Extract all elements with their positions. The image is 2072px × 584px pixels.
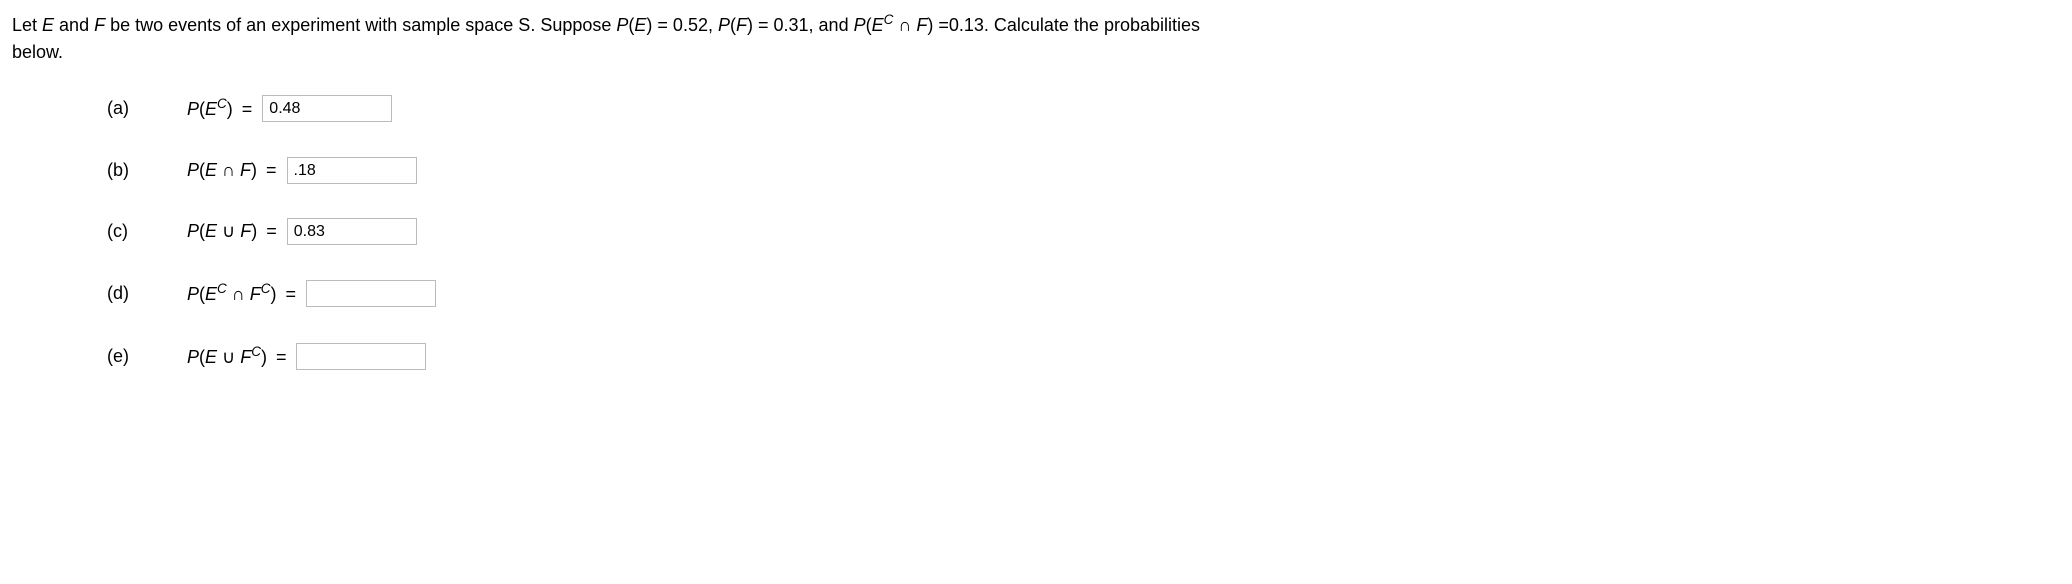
- expr-eq: =: [237, 99, 253, 119]
- complement-sup-1: C: [884, 12, 894, 27]
- below-text: below.: [12, 42, 63, 62]
- part-d-expression: P(EC ∩ FC) =: [187, 279, 436, 308]
- expr-close: ): [251, 160, 257, 180]
- expr-F: F: [240, 221, 251, 241]
- part-e-expression: P(E ∪ FC) =: [187, 342, 426, 371]
- part-c-label: (c): [107, 218, 187, 245]
- union-op: ∪: [217, 347, 240, 367]
- expr-E: E: [205, 284, 217, 304]
- part-a-expression: P(EC) =: [187, 94, 392, 123]
- part-e-input[interactable]: [296, 343, 426, 370]
- expr-E: E: [205, 221, 217, 241]
- part-d-row: (d) P(EC ∩ FC) =: [107, 279, 2060, 308]
- part-e-row: (e) P(E ∪ FC) =: [107, 342, 2060, 371]
- part-a-row: (a) P(EC) =: [107, 94, 2060, 123]
- expr-eq: =: [280, 284, 296, 304]
- parts-container: (a) P(EC) = (b) P(E ∩ F) = (c) P(E ∪ F) …: [12, 94, 2060, 371]
- prob-F-val: = 0.31, and: [753, 15, 854, 35]
- intro-and: and: [54, 15, 94, 35]
- part-a-label: (a): [107, 95, 187, 122]
- part-a-input[interactable]: [262, 95, 392, 122]
- part-c-row: (c) P(E ∪ F) =: [107, 218, 2060, 245]
- expr-eq: =: [271, 347, 287, 367]
- complement-sup: C: [261, 281, 271, 296]
- expr-P: P: [187, 160, 199, 180]
- union-op: ∪: [217, 221, 240, 241]
- expr-F: F: [250, 284, 261, 304]
- prob-E-var: E: [634, 15, 646, 35]
- part-e-label: (e): [107, 343, 187, 370]
- prob-E-val: = 0.52,: [652, 15, 718, 35]
- intersect-op: ∩: [217, 160, 240, 180]
- expr-E: E: [205, 99, 217, 119]
- complement-sup: C: [251, 344, 261, 359]
- expr-close: ): [261, 347, 267, 367]
- expr-close: ): [270, 284, 276, 304]
- expr-P: P: [187, 99, 199, 119]
- prob-F-var: F: [736, 15, 747, 35]
- intersect-op: ∩: [227, 284, 250, 304]
- intro-mid: be two events of an experiment with samp…: [105, 15, 616, 35]
- part-b-expression: P(E ∩ F) =: [187, 157, 417, 184]
- part-c-expression: P(E ∪ F) =: [187, 218, 417, 245]
- prob-EcF-E: E: [872, 15, 884, 35]
- prob-EcF-P: P: [854, 15, 866, 35]
- problem-statement: Let E and F be two events of an experime…: [12, 10, 2060, 66]
- var-F: F: [94, 15, 105, 35]
- var-E: E: [42, 15, 54, 35]
- expr-eq: =: [261, 221, 277, 241]
- prob-EcF-val: =0.13. Calculate the probabilities: [933, 15, 1200, 35]
- expr-F: F: [240, 347, 251, 367]
- expr-E: E: [205, 160, 217, 180]
- expr-close: ): [227, 99, 233, 119]
- part-b-row: (b) P(E ∩ F) =: [107, 157, 2060, 184]
- intro-text-1: Let: [12, 15, 42, 35]
- prob-F-P: P: [718, 15, 730, 35]
- expr-F: F: [240, 160, 251, 180]
- prob-E-P: P: [616, 15, 628, 35]
- part-b-input[interactable]: [287, 157, 417, 184]
- expr-eq: =: [261, 160, 277, 180]
- prob-EcF-inter: ∩: [893, 15, 916, 35]
- complement-sup: C: [217, 281, 227, 296]
- expr-close: ): [251, 221, 257, 241]
- part-b-label: (b): [107, 157, 187, 184]
- part-c-input[interactable]: [287, 218, 417, 245]
- complement-sup: C: [217, 96, 227, 111]
- expr-P: P: [187, 221, 199, 241]
- prob-EcF-F: F: [916, 15, 927, 35]
- part-d-label: (d): [107, 280, 187, 307]
- expr-E: E: [205, 347, 217, 367]
- expr-P: P: [187, 284, 199, 304]
- part-d-input[interactable]: [306, 280, 436, 307]
- expr-P: P: [187, 347, 199, 367]
